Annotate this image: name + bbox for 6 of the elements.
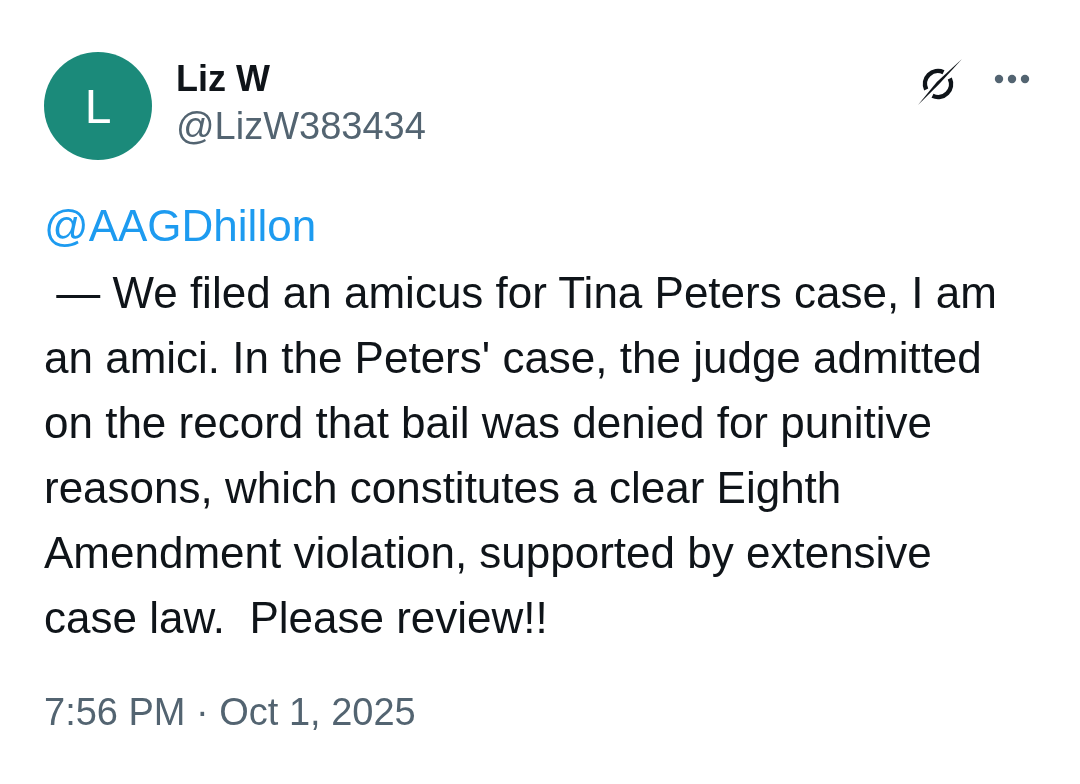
more-icon[interactable]: [994, 74, 1030, 84]
author-name[interactable]: Liz W: [176, 56, 270, 102]
avatar[interactable]: L: [44, 52, 152, 160]
post-text: — We filed an amicus for Tina Peters case, I am an amici. In the Peters' case, the judge admitted on the record that bail was denied for punitive reasons, which constitutes a clear Eighth Amendment violation, supported by extensive case law. Please review!!: [44, 267, 998, 644]
author-handle[interactable]: @LizW383434: [176, 102, 426, 150]
post-timestamp[interactable]: 7:56 PM · Oct 1, 2025: [44, 688, 416, 736]
